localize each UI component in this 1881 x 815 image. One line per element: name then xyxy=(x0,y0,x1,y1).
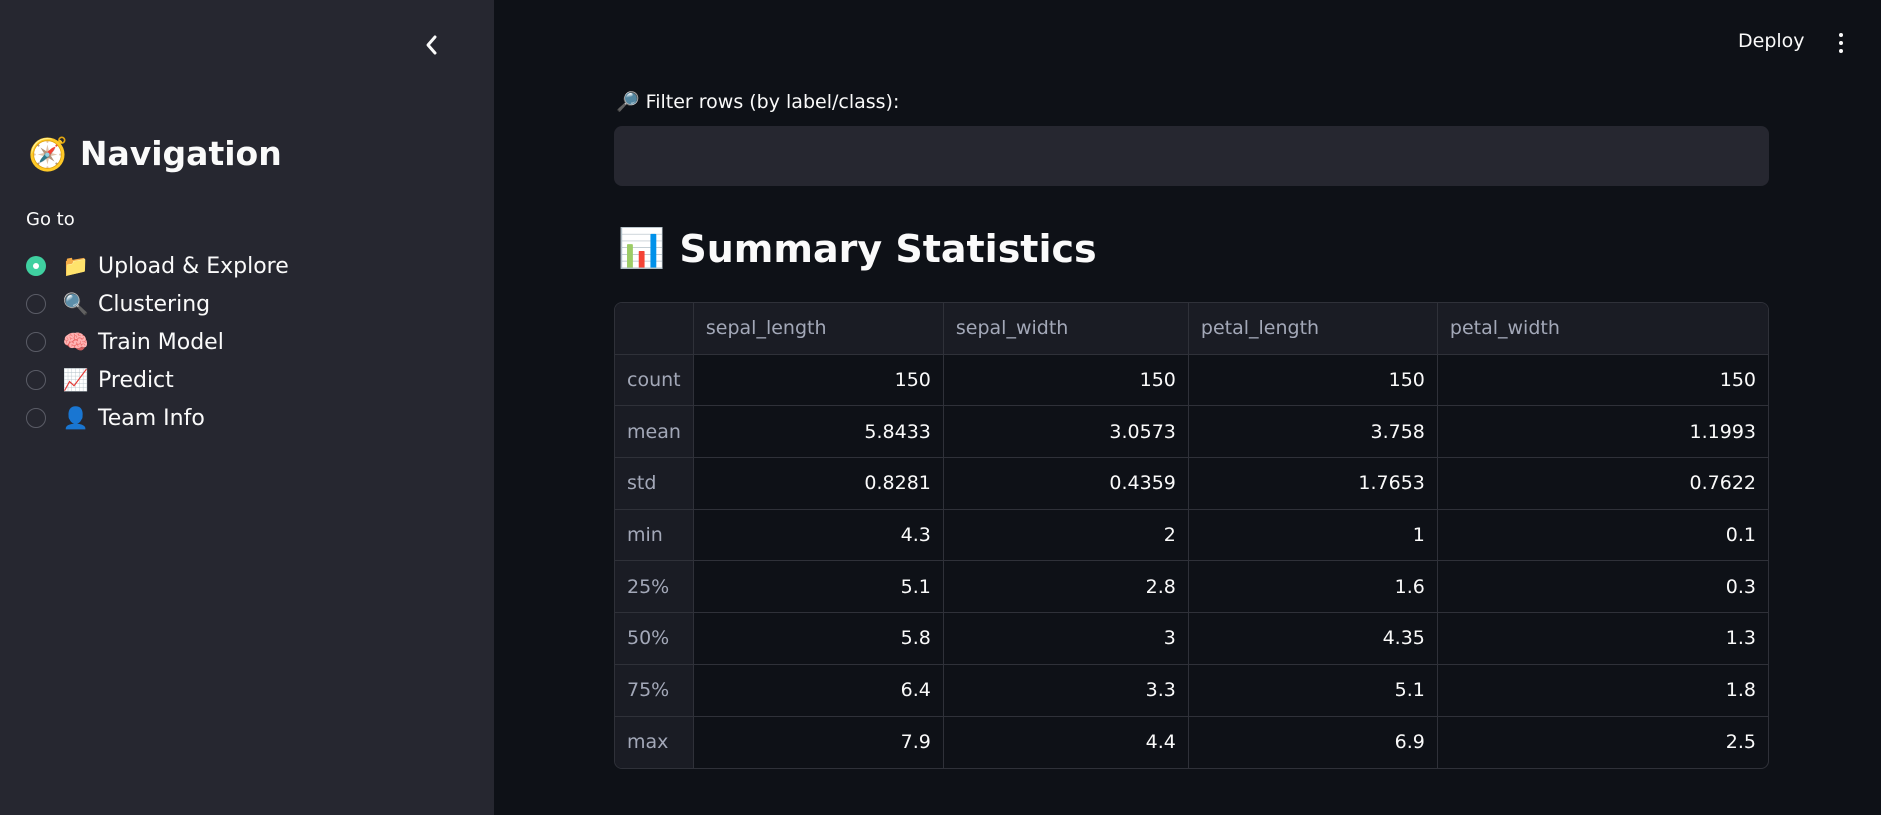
table-cell[interactable]: 0.8281 xyxy=(693,458,944,510)
nav-option-label: Upload & Explore xyxy=(98,253,289,279)
table-cell[interactable]: 1.7653 xyxy=(1188,458,1438,510)
table-cell[interactable]: 6.4 xyxy=(693,664,944,717)
table-cell[interactable]: 150 xyxy=(1437,355,1768,407)
sidebar-title-text: Navigation xyxy=(79,134,282,173)
kebab-menu-icon xyxy=(1839,33,1843,37)
radio-button[interactable] xyxy=(26,332,46,352)
table-cell[interactable]: 5.1 xyxy=(1188,664,1438,717)
table-header-row: sepal_length sepal_width petal_length pe… xyxy=(615,303,1768,355)
nav-option-label: Team Info xyxy=(98,405,205,431)
table-cell[interactable]: 3 xyxy=(943,613,1189,665)
column-header-sepal-length[interactable]: sepal_length xyxy=(693,303,944,355)
row-label[interactable]: 50% xyxy=(615,613,694,665)
table-cell[interactable]: 0.4359 xyxy=(943,458,1189,510)
chevron-left-icon xyxy=(426,35,437,55)
app-root: 🧭 Navigation Go to 📁 Upload & Explore 🔍 … xyxy=(0,0,1881,815)
table-row: 50% 5.8 3 4.35 1.3 xyxy=(615,613,1768,665)
table-row: 25% 5.1 2.8 1.6 0.3 xyxy=(615,561,1768,614)
summary-statistics-table[interactable]: sepal_length sepal_width petal_length pe… xyxy=(614,302,1769,770)
folder-icon: 📁 xyxy=(62,253,90,278)
table-cell[interactable]: 2.5 xyxy=(1438,717,1768,769)
collapse-sidebar-button[interactable] xyxy=(414,28,448,62)
table-cell[interactable]: 4.3 xyxy=(693,509,944,562)
nav-option-label: Train Model xyxy=(98,329,224,355)
radio-button[interactable] xyxy=(26,294,46,314)
section-title: 📊 Summary Statistics xyxy=(618,226,1097,271)
table-cell[interactable]: 0.1 xyxy=(1437,510,1768,562)
compass-icon: 🧭 xyxy=(28,134,68,173)
column-header-sepal-width[interactable]: sepal_width xyxy=(943,303,1189,355)
table-cell[interactable]: 150 xyxy=(693,354,944,407)
table-row: min 4.3 2 1 0.1 xyxy=(615,509,1768,562)
kebab-menu-icon-dot xyxy=(1839,41,1843,45)
row-label[interactable]: min xyxy=(615,509,694,562)
nav-option-label: Clustering xyxy=(98,291,211,317)
table-cell[interactable]: 4.35 xyxy=(1188,613,1438,665)
main-menu-button[interactable] xyxy=(1828,26,1854,60)
table-cell[interactable]: 6.9 xyxy=(1189,716,1438,769)
table-cell[interactable]: 150 xyxy=(1188,354,1438,407)
table-cell[interactable]: 7.9 xyxy=(694,716,944,769)
table-cell[interactable]: 150 xyxy=(943,354,1189,407)
row-label[interactable]: 75% xyxy=(615,664,694,717)
table-row: max 7.9 4.4 6.9 2.5 xyxy=(615,716,1768,769)
table-row: 75% 6.4 3.3 5.1 1.8 xyxy=(615,664,1768,717)
table-cell[interactable]: 0.7622 xyxy=(1437,458,1768,510)
radio-button[interactable] xyxy=(26,408,46,428)
nav-option-clustering[interactable]: 🔍 Clustering xyxy=(26,285,289,323)
table-cell[interactable]: 1.8 xyxy=(1437,665,1768,717)
table-cell[interactable]: 5.8 xyxy=(693,613,944,665)
row-label[interactable]: 25% xyxy=(615,561,694,614)
table-row: std 0.8281 0.4359 1.7653 0.7622 xyxy=(615,458,1768,510)
table-cell[interactable]: 1 xyxy=(1188,509,1438,562)
sidebar: 🧭 Navigation Go to 📁 Upload & Explore 🔍 … xyxy=(0,0,494,815)
section-title-text: Summary Statistics xyxy=(679,226,1097,271)
table-cell[interactable]: 2 xyxy=(943,509,1189,562)
table-cell[interactable]: 3.0573 xyxy=(943,406,1189,459)
nav-option-team-info[interactable]: 👤 Team Info xyxy=(26,399,289,437)
column-header-index[interactable] xyxy=(615,303,694,355)
row-label[interactable]: std xyxy=(615,458,694,510)
table-cell[interactable]: 1.3 xyxy=(1437,613,1768,665)
table-cell[interactable]: 3.758 xyxy=(1188,406,1438,459)
table-cell[interactable]: 1.1993 xyxy=(1437,406,1768,459)
nav-option-predict[interactable]: 📈 Predict xyxy=(26,361,289,399)
magnifier-right-icon: 🔎 xyxy=(616,91,640,113)
table-cell[interactable]: 4.4 xyxy=(944,716,1189,769)
row-label[interactable]: count xyxy=(615,354,694,407)
radio-button[interactable] xyxy=(26,256,46,276)
goto-label: Go to xyxy=(26,209,75,230)
bar-chart-icon: 📊 xyxy=(618,226,666,270)
nav-option-upload-explore[interactable]: 📁 Upload & Explore xyxy=(26,247,289,285)
nav-option-train-model[interactable]: 🧠 Train Model xyxy=(26,323,289,361)
filter-label-text: Filter rows (by label/class): xyxy=(645,90,900,113)
row-label[interactable]: max xyxy=(615,716,694,769)
table-cell[interactable]: 1.6 xyxy=(1188,561,1438,614)
table-cell[interactable]: 3.3 xyxy=(943,664,1189,717)
brain-icon: 🧠 xyxy=(62,329,90,354)
nav-radio-group: 📁 Upload & Explore 🔍 Clustering 🧠 Train … xyxy=(26,247,289,437)
filter-label: 🔎 Filter rows (by label/class): xyxy=(616,90,900,114)
column-header-petal-length[interactable]: petal_length xyxy=(1188,303,1438,355)
table-cell[interactable]: 2.8 xyxy=(943,561,1189,614)
magnifier-icon: 🔍 xyxy=(62,291,90,316)
sidebar-title: 🧭 Navigation xyxy=(28,134,282,173)
table-row: count 150 150 150 150 xyxy=(615,354,1768,407)
person-icon: 👤 xyxy=(62,405,90,430)
column-header-petal-width[interactable]: petal_width xyxy=(1437,303,1768,355)
table-row: mean 5.8433 3.0573 3.758 1.1993 xyxy=(615,406,1768,459)
chart-increasing-icon: 📈 xyxy=(62,367,90,392)
row-label[interactable]: mean xyxy=(615,406,694,459)
filter-input[interactable] xyxy=(614,126,1769,186)
table-cell[interactable]: 0.3 xyxy=(1437,561,1768,614)
table-cell[interactable]: 5.8433 xyxy=(693,406,944,459)
radio-button[interactable] xyxy=(26,370,46,390)
nav-option-label: Predict xyxy=(98,367,174,393)
deploy-button[interactable]: Deploy xyxy=(1728,26,1815,56)
kebab-menu-icon-dot xyxy=(1839,49,1843,53)
table-cell[interactable]: 5.1 xyxy=(693,561,944,614)
